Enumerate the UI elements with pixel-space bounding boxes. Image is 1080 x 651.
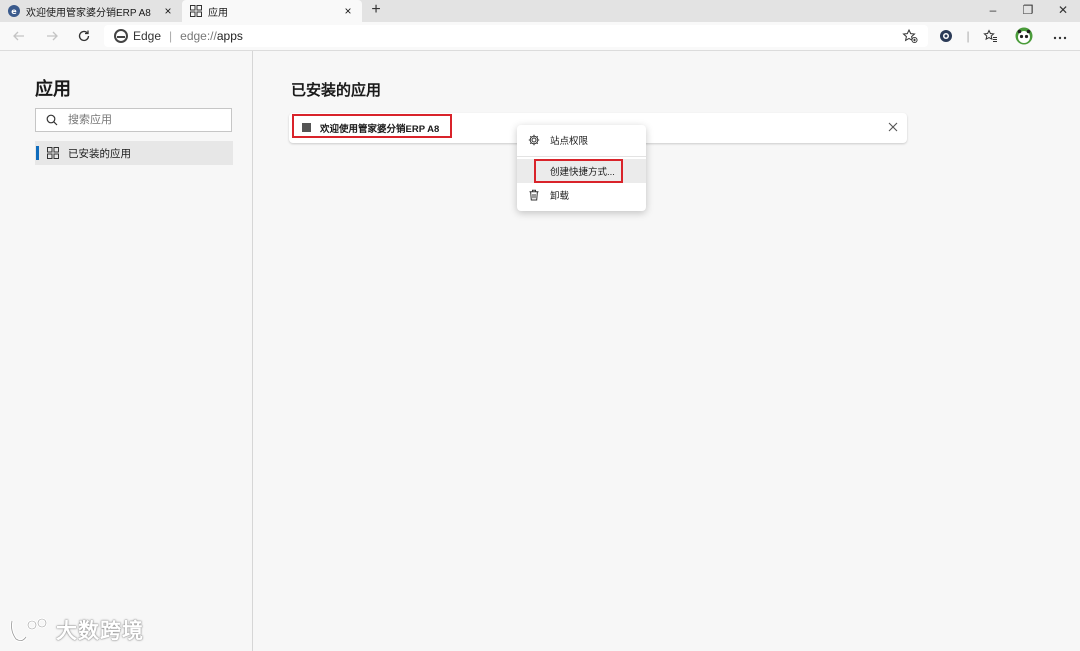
menu-divider [517,156,646,157]
add-favorite-icon[interactable] [902,28,918,44]
url-text: edge://apps [180,29,243,43]
svg-text:e: e [11,7,17,16]
page-title: 已安装的应用 [291,82,382,99]
restore-button[interactable]: ❐ [1012,0,1044,22]
address-separator: | [169,29,173,43]
sidebar: 应用 已安装的应用 [0,51,253,651]
apps-icon [47,147,59,159]
settings-more-button[interactable] [1050,27,1070,45]
annotation-highlight-box [534,159,623,183]
refresh-button[interactable] [73,26,95,46]
tab-apps[interactable]: 应用 × [182,0,362,22]
menu-item-label: 卸载 [550,191,570,202]
back-button[interactable] [8,26,30,46]
toolbar-separator: | [966,29,970,43]
profile-button[interactable] [1014,27,1034,45]
menu-item-uninstall[interactable]: 卸载 [517,183,646,207]
url-path: apps [216,29,243,43]
site-label: Edge [133,29,162,43]
favorites-button[interactable] [980,27,1000,45]
edge-logo-icon [114,29,128,43]
selection-indicator [36,146,39,160]
minimize-button[interactable]: – [977,0,1009,22]
apps-icon [190,5,202,17]
back-arrow-icon [13,31,24,41]
tab-close-button[interactable]: × [160,4,176,18]
refresh-icon [78,30,90,42]
profile-avatar-icon [1015,27,1033,45]
new-tab-button[interactable]: + [366,0,386,22]
sidebar-item-installed-apps[interactable]: 已安装的应用 [35,141,233,165]
sidebar-item-label: 已安装的应用 [68,147,131,160]
extension-button[interactable] [936,27,956,45]
tab-title: 应用 [208,7,228,19]
url-scheme: edge:// [180,29,217,43]
search-box[interactable] [35,108,232,132]
favorites-list-icon [982,29,997,42]
search-icon [46,114,58,126]
menu-item-site-permissions[interactable]: 站点权限 [517,128,646,152]
erp-site-icon: e [8,5,20,17]
menu-item-label: 站点权限 [550,136,589,147]
annotation-highlight-box [292,114,452,138]
search-input[interactable] [66,113,210,127]
close-window-button[interactable]: ✕ [1047,0,1079,22]
watermark: 大数跨境 [8,615,144,645]
more-dots-icon [1053,36,1067,40]
tab-close-button[interactable]: × [340,4,356,18]
shield-extension-icon [940,30,952,42]
remove-app-close-icon[interactable] [886,120,900,134]
address-bar[interactable]: Edge | edge://apps [104,25,928,47]
forward-button[interactable] [41,26,63,46]
watermark-logo-icon [10,617,48,643]
tab-title: 欢迎使用管家婆分销ERP A8 [26,7,151,19]
gear-icon [528,134,540,146]
tab-erp[interactable]: e 欢迎使用管家婆分销ERP A8 × [0,0,182,22]
tab-strip: e 欢迎使用管家婆分销ERP A8 × 应用 × + – ❐ ✕ [0,0,1080,22]
sidebar-title: 应用 [35,79,71,99]
toolbar: Edge | edge://apps | [0,22,1080,51]
watermark-text: 大数跨境 [56,620,144,643]
trash-icon [529,189,539,201]
forward-arrow-icon [47,31,58,41]
